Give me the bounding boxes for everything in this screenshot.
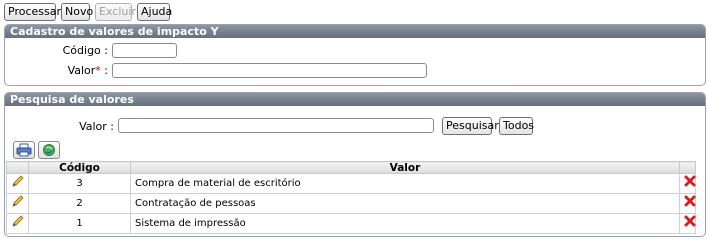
delete-cell[interactable] — [679, 213, 696, 234]
processar-button[interactable]: Processar — [4, 3, 61, 21]
valor-label: Valor* : — [40, 64, 108, 77]
valor-label-colon: : — [100, 64, 108, 77]
todos-button[interactable]: Todos — [499, 117, 534, 135]
valor-label-text: Valor — [67, 64, 96, 77]
edit-cell[interactable] — [6, 173, 29, 194]
refresh-button[interactable] — [38, 141, 60, 159]
delete-icon[interactable] — [684, 195, 696, 207]
edit-column-header — [6, 161, 29, 174]
excluir-button[interactable]: Excluir — [95, 3, 136, 21]
delete-cell[interactable] — [679, 193, 696, 214]
printer-icon — [16, 143, 32, 157]
delete-icon[interactable] — [684, 215, 696, 227]
table-row: 1 Sistema de impressão — [6, 213, 696, 234]
pesquisa-valor-input[interactable] — [118, 118, 434, 133]
globe-refresh-icon — [43, 144, 55, 156]
codigo-label: Código : — [62, 44, 108, 57]
delete-icon[interactable] — [684, 175, 696, 187]
delete-column-header — [679, 161, 696, 174]
results-table: Código Valor 3 Compra de material de esc… — [6, 161, 696, 234]
pencil-edit-icon[interactable] — [11, 174, 25, 188]
row-codigo: 1 — [28, 213, 131, 234]
novo-button[interactable]: Novo — [61, 3, 93, 21]
row-valor: Compra de material de escritório — [130, 173, 680, 194]
ajuda-button[interactable]: Ajuda — [137, 3, 172, 21]
cadastro-panel-title: Cadastro de valores de impacto Y — [5, 25, 705, 38]
table-header-row: Código Valor — [6, 161, 696, 174]
codigo-input[interactable] — [112, 43, 177, 58]
table-row: 3 Compra de material de escritório — [6, 173, 696, 194]
print-button[interactable] — [13, 141, 35, 159]
valor-column-header[interactable]: Valor — [130, 161, 680, 174]
delete-cell[interactable] — [679, 173, 696, 194]
pesquisa-panel-title: Pesquisa de valores — [5, 93, 705, 106]
pesquisar-button[interactable]: Pesquisar — [442, 117, 499, 135]
table-row: 2 Contratação de pessoas — [6, 193, 696, 214]
pencil-edit-icon[interactable] — [11, 214, 25, 228]
row-valor: Sistema de impressão — [130, 213, 680, 234]
edit-cell[interactable] — [6, 213, 29, 234]
row-codigo: 2 — [28, 193, 131, 214]
pencil-edit-icon[interactable] — [11, 194, 25, 208]
valor-input[interactable] — [112, 63, 427, 78]
row-valor: Contratação de pessoas — [130, 193, 680, 214]
row-codigo: 3 — [28, 173, 131, 194]
pesquisa-valor-label: Valor : — [79, 120, 114, 133]
codigo-column-header[interactable]: Código — [28, 161, 131, 174]
edit-cell[interactable] — [6, 193, 29, 214]
